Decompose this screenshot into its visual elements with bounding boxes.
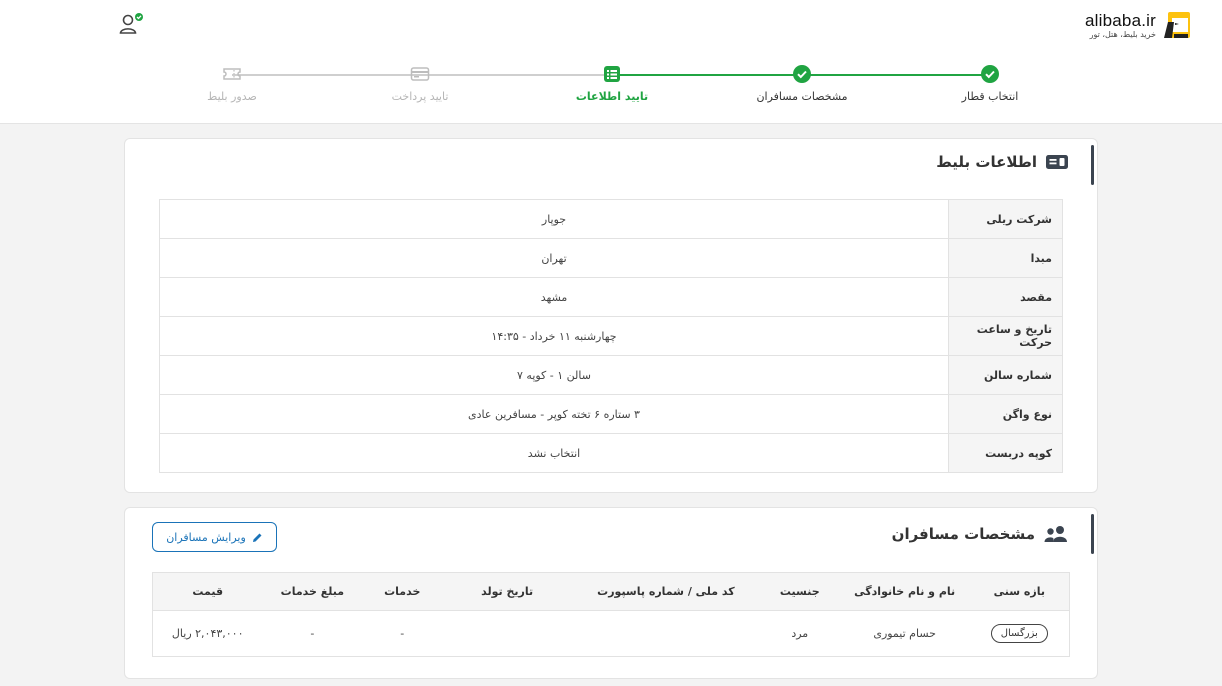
edit-passengers-label: ویرایش مسافران (166, 530, 246, 544)
info-key: نوع واگن (948, 394, 1063, 434)
step-select-train: انتخاب قطار (940, 64, 1040, 103)
national-id-cell (572, 610, 760, 657)
info-key: مقصد (948, 277, 1063, 317)
service-fee-cell: - (262, 610, 363, 657)
full-name-cell: حسام تیموری (839, 610, 970, 657)
logo-mark-icon (1164, 12, 1190, 38)
step-label: صدور بلیط (207, 90, 257, 103)
info-value: مشهد (159, 277, 949, 317)
passengers-card: مشخصات مسافران ویرایش مسافران بازه سنی ن… (124, 507, 1098, 679)
table-row: تاریخ و ساعت حرکت چهارشنبه ۱۱ خرداد - ۱۴:… (159, 316, 1063, 356)
step-label: انتخاب قطار (961, 90, 1019, 103)
info-value: تهران (159, 238, 949, 278)
info-value: چهارشنبه ۱۱ خرداد - ۱۴:۳۵ (159, 316, 949, 356)
column-header: نام و نام خانوادگی (839, 572, 970, 611)
column-header: تاریخ تولد (442, 572, 573, 611)
list-icon (604, 66, 620, 82)
price-cell: ۲,۰۴۳,۰۰۰ ریال (152, 610, 263, 657)
table-row: شرکت ریلی جوپار (159, 199, 1063, 239)
column-header: جنسیت (759, 572, 840, 611)
column-header: بازه سنی (969, 572, 1070, 611)
gender-cell: مرد (759, 610, 840, 657)
logo-tagline: خرید بلیط، هتل، تور (1089, 29, 1156, 39)
age-badge: بزرگسال (990, 624, 1048, 643)
logo-text: alibaba.ir (1085, 10, 1156, 30)
table-row: نوع واگن ۳ ستاره ۶ تخته کوپر - مسافرین عا… (159, 394, 1063, 434)
column-header: خدمات (362, 572, 443, 611)
alibaba-logo[interactable]: alibaba.ir خرید بلیط، هتل، تور (1085, 8, 1192, 42)
step-confirm-payment: تایید پرداخت (370, 64, 470, 103)
check-circle-icon (793, 65, 811, 83)
table-row: بزرگسال حسام تیموری مرد - - ۲,۰۴۳,۰۰۰ ری… (152, 610, 1070, 657)
step-passengers: مشخصات مسافران (752, 64, 852, 103)
column-header: قیمت (152, 572, 263, 611)
step-confirm-info: تایید اطلاعات (562, 64, 662, 103)
edit-passengers-button[interactable]: ویرایش مسافران (152, 522, 277, 552)
step-label: تایید اطلاعات (575, 90, 649, 103)
step-label: مشخصات مسافران (756, 90, 848, 103)
info-value: جوپار (159, 199, 949, 239)
services-cell: - (362, 610, 443, 657)
info-key: شرکت ریلی (948, 199, 1063, 239)
birth-date-cell (442, 610, 573, 657)
info-value: انتخاب نشد (159, 433, 949, 473)
passengers-title: مشخصات مسافران (892, 525, 1069, 543)
table-row: مقصد مشهد (159, 277, 1063, 317)
age-range-cell: بزرگسال (969, 610, 1070, 657)
info-key: کوپه دربست (948, 433, 1063, 473)
column-header: مبلغ خدمات (262, 572, 363, 611)
ticket-info-title: اطلاعات بلیط (936, 153, 1069, 171)
ticket-info-table: شرکت ریلی جوپار مبدا تهران مقصد مشهد تاریخ … (159, 199, 1063, 473)
check-circle-icon (981, 65, 999, 83)
info-key: مبدا (948, 238, 1063, 278)
table-row: مبدا تهران (159, 238, 1063, 278)
column-header: کد ملی / شماره پاسپورت (572, 572, 760, 611)
table-row: کوپه دربست انتخاب نشد (159, 433, 1063, 473)
pencil-icon (252, 533, 262, 542)
booking-stepper: انتخاب قطار مشخصات مسافران تایید اطلاعات… (0, 64, 1222, 114)
ticket-info-card: اطلاعات بلیط شرکت ریلی جوپار مبدا تهران مق… (124, 138, 1098, 493)
credit-card-icon (410, 67, 430, 81)
ticket-info-icon (1046, 155, 1068, 169)
card-accent-bar (1091, 514, 1094, 554)
table-header-row: بازه سنی نام و نام خانوادگی جنسیت کد ملی… (152, 572, 1070, 611)
card-accent-bar (1091, 145, 1094, 185)
step-label: تایید پرداخت (391, 90, 449, 103)
ticket-info-heading: اطلاعات بلیط (936, 153, 1037, 171)
users-icon (1044, 526, 1067, 542)
top-header: alibaba.ir خرید بلیط، هتل، تور انتخاب قط… (0, 0, 1222, 124)
step-issue-ticket: صدور بلیط (182, 64, 282, 103)
info-key: شماره سالن (948, 355, 1063, 395)
user-account-icon[interactable] (118, 12, 144, 36)
passengers-heading: مشخصات مسافران (891, 525, 1035, 543)
info-value: سالن ۱ - کوپه ۷ (159, 355, 949, 395)
info-key: تاریخ و ساعت حرکت (948, 316, 1063, 356)
passengers-table: بازه سنی نام و نام خانوادگی جنسیت کد ملی… (152, 572, 1070, 657)
table-row: شماره سالن سالن ۱ - کوپه ۷ (159, 355, 1063, 395)
ticket-icon (223, 68, 241, 80)
info-value: ۳ ستاره ۶ تخته کوپر - مسافرین عادی (159, 394, 949, 434)
